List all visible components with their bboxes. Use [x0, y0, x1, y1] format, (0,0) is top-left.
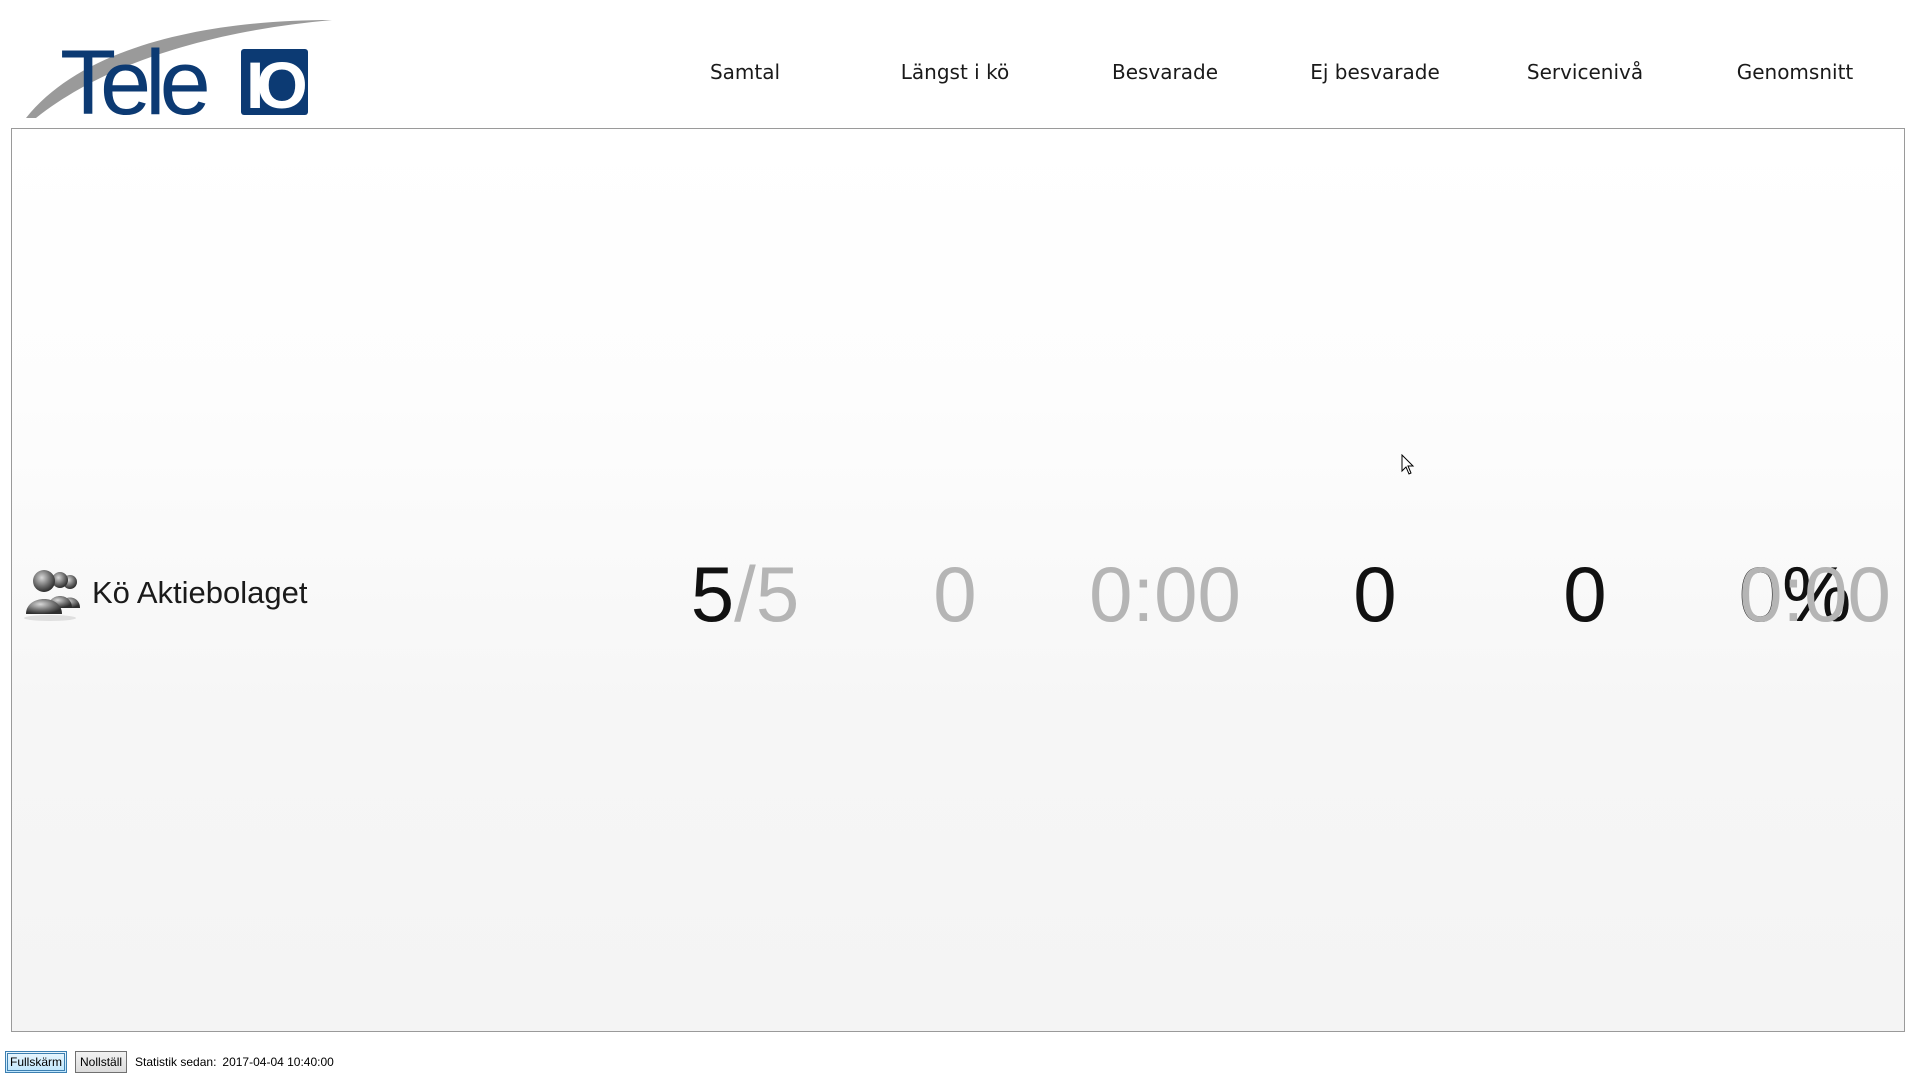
value-genomsnitt: 0:00 — [1739, 550, 1891, 638]
value-ej-besvarade: 0 — [1563, 550, 1607, 638]
stats-since: Statistik sedan: 2017-04-04 10:40:00 — [135, 1055, 340, 1069]
mouse-pointer-icon — [1401, 453, 1415, 476]
dashboard-page: Tele IO Samtal Längst i kö Besvarade Ej … — [0, 0, 1914, 1080]
group-people-icon — [20, 564, 84, 622]
logo-text: Tele — [60, 32, 208, 122]
column-header: Samtal Längst i kö Besvarade Ej besvarad… — [640, 56, 1900, 88]
queue-name: Kö Aktiebolaget — [92, 575, 308, 610]
footer-bar: Fullskärm Nollställ Statistik sedan: 2017… — [5, 1051, 340, 1073]
header-samtal[interactable]: Samtal — [640, 56, 850, 88]
header-langst-i-ko[interactable]: Längst i kö — [850, 56, 1060, 88]
fullscreen-button[interactable]: Fullskärm — [5, 1051, 68, 1073]
value-samtal-primary: 5 — [690, 550, 735, 638]
header-genomsnitt[interactable]: Genomsnitt — [1690, 56, 1900, 88]
queue-panel: Kö Aktiebolaget 5/5 0 0:00 0 0 0% 0:00 — [11, 128, 1905, 1032]
value-samtal-secondary: /5 — [734, 550, 800, 638]
stats-since-value: 2017-04-04 10:40:00 — [222, 1055, 334, 1069]
header-serviceniva[interactable]: Servicenivå — [1480, 56, 1690, 88]
value-samtal: 5/5 — [640, 539, 850, 649]
value-time: 0:00 — [1089, 550, 1241, 638]
queue-row[interactable]: Kö Aktiebolaget 5/5 0 0:00 0 0 0% 0:00 — [12, 539, 1904, 649]
logo-box-text: IO — [246, 48, 305, 122]
header-ej-besvarade[interactable]: Ej besvarade — [1270, 56, 1480, 88]
tele10-logo: Tele IO — [22, 18, 342, 122]
stats-since-label: Statistik sedan: — [135, 1055, 217, 1069]
header-besvarade[interactable]: Besvarade — [1060, 56, 1270, 88]
value-langst-i-ko: 0 — [933, 550, 977, 638]
value-besvarade: 0 — [1353, 550, 1397, 638]
reset-button[interactable]: Nollställ — [75, 1051, 128, 1073]
